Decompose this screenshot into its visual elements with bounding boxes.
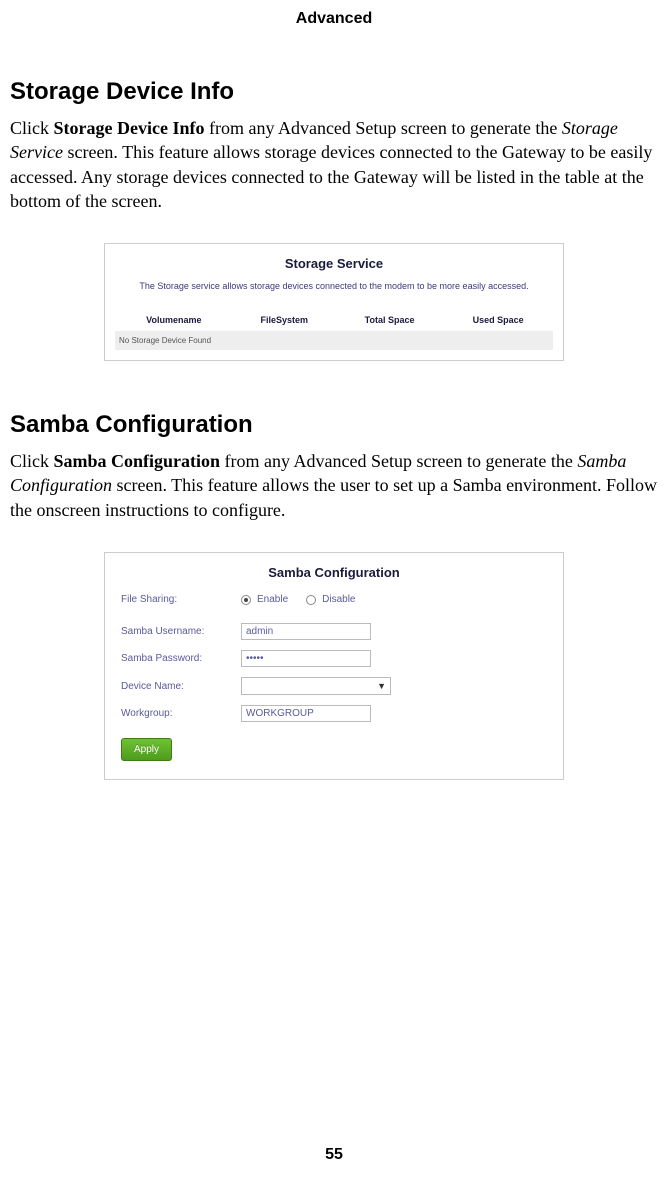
page-number: 55 <box>0 1146 668 1164</box>
chevron-down-icon: ▼ <box>377 681 386 691</box>
samba-figure: Samba Configuration File Sharing: Enable… <box>104 552 564 780</box>
storage-panel-title: Storage Service <box>115 256 553 271</box>
col-filesystem: FileSystem <box>233 309 336 331</box>
username-label: Samba Username: <box>121 626 241 637</box>
table-header-row: Volumename FileSystem Total Space Used S… <box>115 309 553 331</box>
text: from any Advanced Setup screen to genera… <box>220 451 577 471</box>
workgroup-input[interactable] <box>241 705 371 722</box>
password-label: Samba Password: <box>121 653 241 664</box>
username-input[interactable] <box>241 623 371 640</box>
device-name-select[interactable]: ▼ <box>241 677 391 695</box>
section-samba-title: Samba Configuration <box>10 411 658 439</box>
radio-enable[interactable] <box>241 595 251 605</box>
device-name-row: Device Name: ▼ <box>121 677 547 695</box>
storage-figure-wrap: Storage Service The Storage service allo… <box>10 243 658 361</box>
storage-panel-desc: The Storage service allows storage devic… <box>115 281 553 291</box>
col-volumename: Volumename <box>115 309 233 331</box>
apply-button[interactable]: Apply <box>121 738 172 761</box>
text-bold: Storage Device Info <box>54 118 205 138</box>
text: screen. This feature allows storage devi… <box>10 142 652 211</box>
file-sharing-radios: Enable Disable <box>241 594 356 605</box>
section-samba-para: Click Samba Configuration from any Advan… <box>10 449 658 522</box>
page-header: Advanced <box>10 10 658 28</box>
radio-enable-label: Enable <box>257 594 288 605</box>
text: from any Advanced Setup screen to genera… <box>204 118 561 138</box>
empty-message: No Storage Device Found <box>115 331 553 350</box>
table-row: No Storage Device Found <box>115 331 553 350</box>
samba-figure-wrap: Samba Configuration File Sharing: Enable… <box>10 552 658 780</box>
col-usedspace: Used Space <box>443 309 553 331</box>
text: Click <box>10 451 54 471</box>
device-name-label: Device Name: <box>121 681 241 692</box>
storage-table: Volumename FileSystem Total Space Used S… <box>115 309 553 350</box>
text-bold: Samba Configuration <box>54 451 221 471</box>
samba-form: File Sharing: Enable Disable Samba Usern… <box>115 594 553 761</box>
text: Click <box>10 118 54 138</box>
workgroup-label: Workgroup: <box>121 708 241 719</box>
username-row: Samba Username: <box>121 623 547 640</box>
section-storage-para: Click Storage Device Info from any Advan… <box>10 116 658 213</box>
workgroup-row: Workgroup: <box>121 705 547 722</box>
password-input[interactable] <box>241 650 371 667</box>
col-totalspace: Total Space <box>336 309 443 331</box>
file-sharing-label: File Sharing: <box>121 594 241 605</box>
radio-disable[interactable] <box>306 595 316 605</box>
section-storage-title: Storage Device Info <box>10 78 658 106</box>
file-sharing-row: File Sharing: Enable Disable <box>121 594 547 605</box>
samba-panel-title: Samba Configuration <box>115 565 553 580</box>
password-row: Samba Password: <box>121 650 547 667</box>
radio-disable-label: Disable <box>322 594 355 605</box>
apply-row: Apply <box>121 732 547 761</box>
storage-figure: Storage Service The Storage service allo… <box>104 243 564 361</box>
